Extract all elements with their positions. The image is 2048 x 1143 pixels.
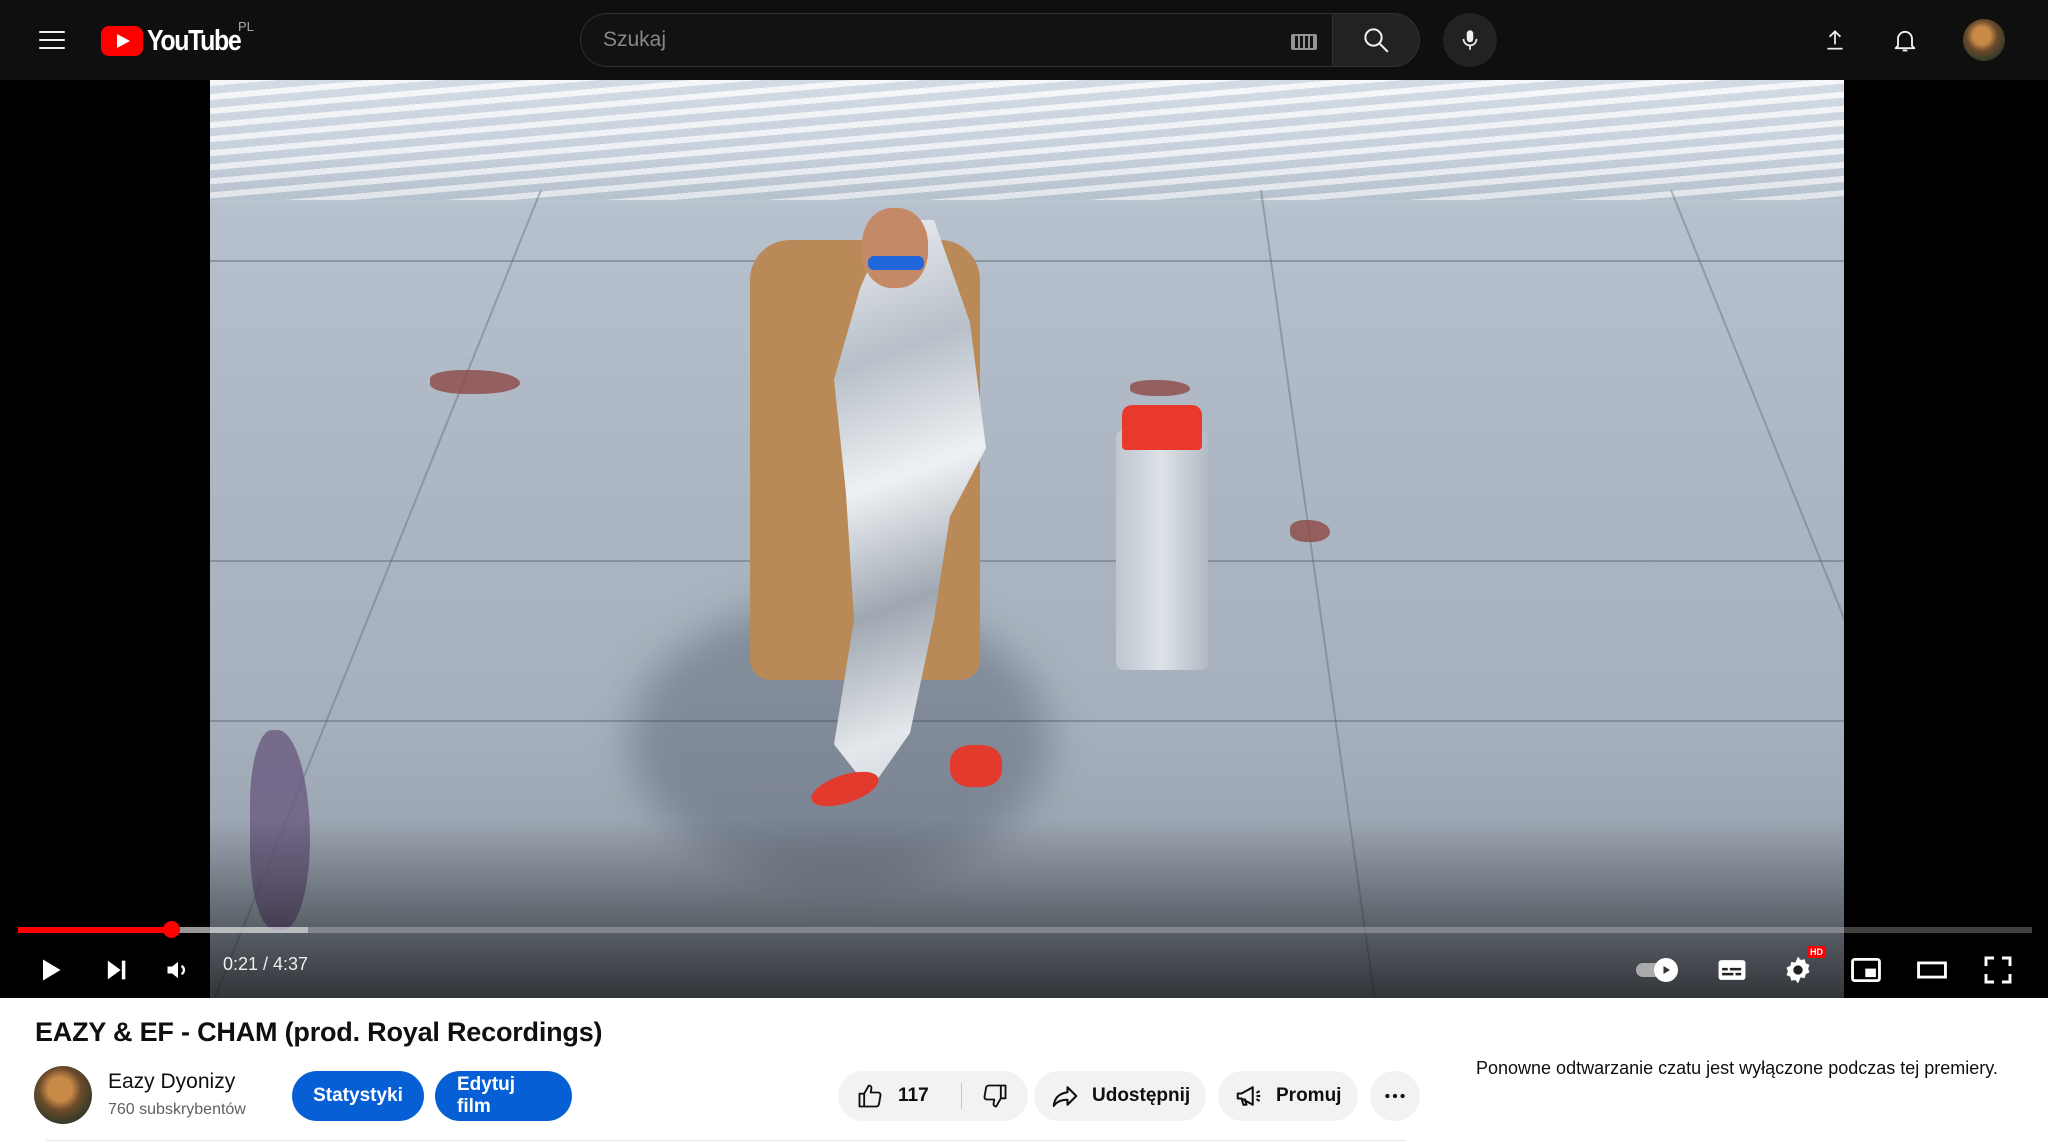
share-label: Udostępnij <box>1092 1085 1191 1106</box>
keyboard-icon[interactable] <box>1291 34 1317 50</box>
microphone-icon <box>1462 30 1478 50</box>
stats-button[interactable]: Statystyki <box>292 1071 424 1121</box>
subscriber-count: 760 subskrybentów <box>108 1101 246 1118</box>
red-slipper <box>950 745 1002 787</box>
share-icon <box>1052 1086 1078 1107</box>
search-icon <box>1364 28 1389 53</box>
video-player[interactable]: 0:21 / 4:37 HD <box>0 80 2048 998</box>
account-avatar[interactable] <box>1963 19 2005 61</box>
floor-stain <box>430 370 520 394</box>
like-dislike-group: 117 <box>838 1071 1028 1121</box>
search-input[interactable] <box>603 14 1243 66</box>
floor-line <box>210 260 1844 262</box>
floor-stain <box>1290 520 1330 542</box>
sunglasses <box>868 256 924 270</box>
thumbs-up-icon <box>858 1084 882 1108</box>
more-horizontal-icon <box>1385 1093 1405 1099</box>
voice-search-button[interactable] <box>1443 13 1497 67</box>
youtube-logo[interactable]: YouTube <box>101 24 256 57</box>
thumbs-down-icon <box>983 1084 1007 1108</box>
autoplay-toggle[interactable] <box>1634 956 1682 984</box>
miniplayer-icon <box>1851 957 1881 983</box>
play-small-icon <box>1663 966 1670 974</box>
divider <box>46 1140 1406 1141</box>
volume-icon <box>167 961 186 979</box>
miniplayer-button[interactable] <box>1838 942 1894 998</box>
search-bar <box>580 13 1420 67</box>
masthead: YouTube PL <box>0 0 2048 80</box>
time-display: 0:21 / 4:37 <box>223 954 309 974</box>
upload-icon <box>1827 30 1843 50</box>
like-button[interactable]: 117 <box>838 1071 961 1121</box>
theater-icon <box>1917 961 1947 979</box>
autoplay-knob <box>1654 958 1678 982</box>
like-count: 117 <box>898 1085 929 1106</box>
next-icon <box>107 960 126 980</box>
channel-name[interactable]: Eazy Dyonizy <box>108 1070 235 1094</box>
channel-avatar[interactable] <box>34 1066 92 1124</box>
floor-stain <box>1130 380 1190 396</box>
progress-bar[interactable] <box>18 921 2032 938</box>
search-box <box>580 13 1332 67</box>
hd-badge: HD <box>1807 946 1826 958</box>
wrapped-pedestal <box>1116 430 1208 670</box>
dislike-button[interactable] <box>962 1071 1028 1121</box>
menu-icon[interactable] <box>32 20 72 60</box>
floor-line <box>210 560 1844 562</box>
upload-button[interactable] <box>1815 20 1855 60</box>
notifications-button[interactable] <box>1885 20 1925 60</box>
video-background-plastic <box>210 80 1844 200</box>
progress-played <box>18 927 171 933</box>
share-button[interactable]: Udostępnij <box>1034 1071 1206 1121</box>
play-button[interactable] <box>22 942 78 998</box>
search-button[interactable] <box>1332 13 1420 67</box>
logo-text: YouTube <box>147 24 242 57</box>
progress-scrubber[interactable] <box>162 921 180 938</box>
theater-mode-button[interactable] <box>1904 942 1960 998</box>
megaphone-icon <box>1236 1086 1261 1106</box>
subtitles-button[interactable] <box>1704 942 1760 998</box>
more-actions-button[interactable] <box>1370 1071 1420 1121</box>
play-icon <box>43 959 61 981</box>
settings-icon <box>1786 956 1810 984</box>
bell-icon <box>1894 30 1916 52</box>
country-code: PL <box>238 19 254 34</box>
chat-replay-note: Ponowne odtwarzanie czatu jest wyłączone… <box>1476 1058 1998 1078</box>
man-head <box>862 208 928 288</box>
red-telephone <box>1122 405 1202 450</box>
video-title: EAZY & EF - CHAM (prod. Royal Recordings… <box>35 1017 603 1047</box>
youtube-play-logo-icon <box>101 26 143 56</box>
fullscreen-button[interactable] <box>1970 942 2026 998</box>
subtitles-icon <box>1718 960 1746 980</box>
volume-button[interactable] <box>150 942 206 998</box>
promote-label: Promuj <box>1276 1085 1342 1106</box>
promote-button[interactable]: Promuj <box>1218 1071 1358 1121</box>
edit-video-button[interactable]: Edytuj film <box>435 1071 572 1121</box>
next-button[interactable] <box>88 942 144 998</box>
fullscreen-icon <box>1984 956 2012 984</box>
